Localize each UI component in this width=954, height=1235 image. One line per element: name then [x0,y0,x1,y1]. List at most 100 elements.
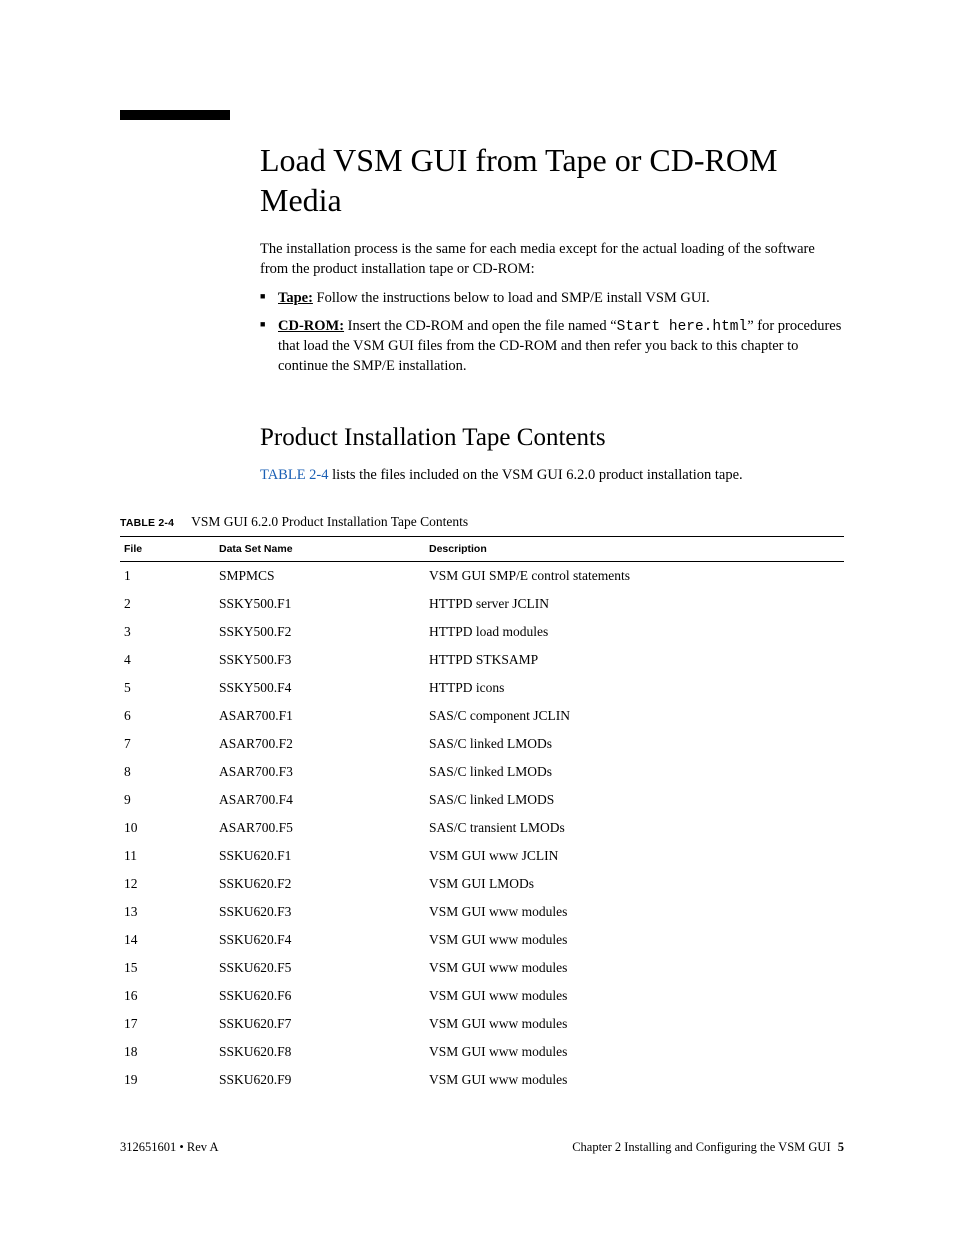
subheading-intro-text: lists the files included on the VSM GUI … [329,467,743,483]
table-cell: 5 [120,674,215,702]
section-bar [120,110,230,120]
table-cell: SSKY500.F1 [215,590,425,618]
media-list: Tape: Follow the instructions below to l… [260,289,844,376]
footer-left: 312651601 • Rev A [120,1140,218,1155]
table-row: 6ASAR700.F1SAS/C component JCLIN [120,702,844,730]
table-cell: VSM GUI www modules [425,898,844,926]
table-row: 4SSKY500.F3HTTPD STKSAMP [120,646,844,674]
table-cell: SSKU620.F7 [215,1010,425,1038]
table-row: 13SSKU620.F3VSM GUI www modules [120,898,844,926]
table-cell: SAS/C component JCLIN [425,702,844,730]
table-cell: 16 [120,982,215,1010]
table-cell: 6 [120,702,215,730]
table-row: 17SSKU620.F7VSM GUI www modules [120,1010,844,1038]
section-subheading: Product Installation Tape Contents [260,424,844,452]
table-cell: VSM GUI www modules [425,1038,844,1066]
table-cell: SAS/C linked LMODs [425,758,844,786]
tape-text: Follow the instructions below to load an… [313,290,710,306]
page-title: Load VSM GUI from Tape or CD-ROM Media [260,140,844,220]
footer-page-number: 5 [838,1140,844,1154]
table-row: 12SSKU620.F2VSM GUI LMODs [120,870,844,898]
table-cell: SSKU620.F1 [215,842,425,870]
table-cell: 7 [120,730,215,758]
table-cell: 14 [120,926,215,954]
col-file: File [120,536,215,561]
table-cell: SSKU620.F9 [215,1066,425,1094]
cdrom-filename: Start here.html [617,319,748,335]
table-cell: SSKY500.F2 [215,618,425,646]
subheading-intro: TABLE 2-4 lists the files included on th… [260,466,844,486]
table-cell: SSKU620.F2 [215,870,425,898]
table-cell: SAS/C transient LMODs [425,814,844,842]
table-row: 11SSKU620.F1VSM GUI www JCLIN [120,842,844,870]
table-cell: SSKU620.F6 [215,982,425,1010]
table-row: 7ASAR700.F2SAS/C linked LMODs [120,730,844,758]
table-row: 15SSKU620.F5VSM GUI www modules [120,954,844,982]
table-cell: 11 [120,842,215,870]
table-row: 8ASAR700.F3SAS/C linked LMODs [120,758,844,786]
table-cell: VSM GUI www JCLIN [425,842,844,870]
table-caption: TABLE 2-4 VSM GUI 6.2.0 Product Installa… [120,514,844,530]
installation-tape-table: File Data Set Name Description 1SMPMCSVS… [120,536,844,1094]
table-cell: ASAR700.F1 [215,702,425,730]
table-cell: HTTPD STKSAMP [425,646,844,674]
table-cell: HTTPD icons [425,674,844,702]
table-row: 18SSKU620.F8VSM GUI www modules [120,1038,844,1066]
table-reference-link[interactable]: TABLE 2-4 [260,467,329,483]
intro-paragraph: The installation process is the same for… [260,240,844,279]
table-row: 9ASAR700.F4SAS/C linked LMODS [120,786,844,814]
table-cell: SSKU620.F4 [215,926,425,954]
table-row: 16SSKU620.F6VSM GUI www modules [120,982,844,1010]
tape-label: Tape: [278,290,313,306]
table-row: 2SSKY500.F1HTTPD server JCLIN [120,590,844,618]
table-caption-label: TABLE 2-4 [120,517,174,529]
table-cell: VSM GUI www modules [425,954,844,982]
table-cell: SSKU620.F8 [215,1038,425,1066]
table-cell: SSKU620.F5 [215,954,425,982]
list-item-cdrom: CD-ROM: Insert the CD-ROM and open the f… [260,317,844,377]
table-row: 14SSKU620.F4VSM GUI www modules [120,926,844,954]
table-cell: SMPMCS [215,561,425,590]
table-header-row: File Data Set Name Description [120,536,844,561]
table-row: 3SSKY500.F2HTTPD load modules [120,618,844,646]
page-footer: 312651601 • Rev A Chapter 2 Installing a… [120,1140,844,1155]
table-cell: SSKY500.F4 [215,674,425,702]
table-cell: SSKY500.F3 [215,646,425,674]
table-cell: 13 [120,898,215,926]
table-cell: 4 [120,646,215,674]
table-cell: 8 [120,758,215,786]
list-item-tape: Tape: Follow the instructions below to l… [260,289,844,309]
table-cell: VSM GUI www modules [425,926,844,954]
table-cell: 15 [120,954,215,982]
table-row: 5SSKY500.F4HTTPD icons [120,674,844,702]
table-cell: SAS/C linked LMODS [425,786,844,814]
table-cell: ASAR700.F2 [215,730,425,758]
table-cell: ASAR700.F3 [215,758,425,786]
table-cell: HTTPD load modules [425,618,844,646]
table-cell: HTTPD server JCLIN [425,590,844,618]
table-row: 19SSKU620.F9VSM GUI www modules [120,1066,844,1094]
table-cell: 12 [120,870,215,898]
table-cell: 10 [120,814,215,842]
table-cell: VSM GUI www modules [425,1010,844,1038]
table-cell: VSM GUI www modules [425,982,844,1010]
table-cell: SSKU620.F3 [215,898,425,926]
table-cell: VSM GUI www modules [425,1066,844,1094]
table-cell: 3 [120,618,215,646]
footer-right: Chapter 2 Installing and Configuring the… [572,1140,844,1155]
table-row: 1SMPMCSVSM GUI SMP/E control statements [120,561,844,590]
col-description: Description [425,536,844,561]
table-row: 10ASAR700.F5SAS/C transient LMODs [120,814,844,842]
table-cell: SAS/C linked LMODs [425,730,844,758]
cdrom-text-pre: Insert the CD-ROM and open the file name… [344,318,617,334]
table-cell: VSM GUI SMP/E control statements [425,561,844,590]
cdrom-label: CD-ROM: [278,318,344,334]
table-cell: 9 [120,786,215,814]
table-cell: 2 [120,590,215,618]
table-cell: 19 [120,1066,215,1094]
col-dataset: Data Set Name [215,536,425,561]
table-cell: 18 [120,1038,215,1066]
table-cell: 17 [120,1010,215,1038]
table-cell: 1 [120,561,215,590]
footer-chapter: Chapter 2 Installing and Configuring the… [572,1140,830,1154]
